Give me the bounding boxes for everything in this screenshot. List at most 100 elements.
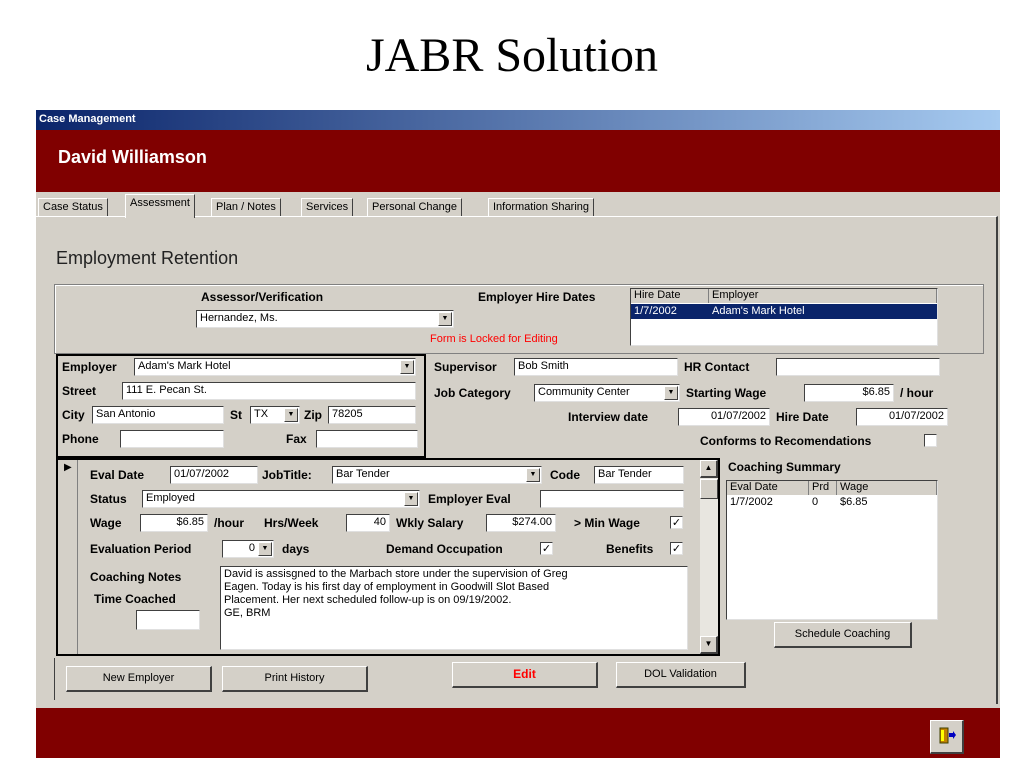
per-hour-unit: /hour [214, 516, 244, 530]
code-field[interactable]: Bar Tender [594, 466, 684, 484]
hr-contact-label: HR Contact [684, 360, 750, 374]
fax-field[interactable] [316, 430, 418, 448]
days-label: days [282, 542, 310, 556]
phone-field[interactable] [120, 430, 224, 448]
street-field[interactable]: 111 E. Pecan St. [122, 382, 416, 400]
hire-date-cell: 1/7/2002 [634, 305, 677, 317]
hrs-week-field[interactable]: 40 [346, 514, 390, 532]
state-label: St [230, 408, 242, 422]
notes-line: David is assisgned to the Marbach store … [224, 568, 568, 580]
employer-value: Adam's Mark Hotel [138, 360, 231, 372]
city-label: City [62, 408, 85, 422]
window-title: Case Management [39, 113, 136, 125]
coaching-summary-list[interactable]: Eval Date Prd Wage 1/7/2002 0 $6.85 [726, 480, 938, 620]
record-selector[interactable] [58, 460, 78, 654]
footer-bar [36, 708, 1000, 758]
state-value: TX [254, 408, 269, 420]
min-wage-checkbox[interactable]: ✓ [670, 516, 683, 529]
employer-eval-label: Employer Eval [428, 492, 511, 506]
employer-select[interactable]: Adam's Mark Hotel ▼ [134, 358, 416, 376]
column-header-prd[interactable]: Prd [809, 481, 837, 495]
hire-dates-list[interactable]: Hire Date Employer 1/7/2002 Adam's Mark … [630, 288, 938, 346]
eval-date-label: Eval Date [90, 468, 145, 482]
time-coached-field[interactable] [136, 610, 200, 630]
notes-line: Eagen. Today is his first day of employm… [224, 581, 550, 593]
supervisor-label: Supervisor [434, 360, 497, 374]
tab-plan-notes[interactable]: Plan / Notes [211, 198, 281, 216]
demand-occupation-label: Demand Occupation [386, 542, 503, 556]
status-label: Status [90, 492, 127, 506]
case-management-window: Case Management David Williamson Case St… [36, 110, 1000, 758]
job-category-label: Job Category [434, 386, 511, 400]
hrs-week-label: Hrs/Week [264, 516, 319, 530]
section-title: Employment Retention [56, 248, 239, 268]
chevron-down-icon[interactable]: ▼ [258, 542, 272, 556]
phone-label: Phone [62, 432, 99, 446]
assessor-select[interactable]: Hernandez, Ms. ▼ [196, 310, 454, 328]
benefits-label: Benefits [606, 542, 654, 556]
schedule-coaching-button[interactable]: Schedule Coaching [774, 622, 912, 648]
locked-notice: Form is Locked for Editing [430, 333, 558, 345]
tab-assessment[interactable]: Assessment [125, 194, 195, 218]
code-label: Code [550, 468, 580, 482]
chevron-down-icon[interactable]: ▼ [664, 386, 678, 400]
scroll-down-arrow-icon[interactable]: ▼ [700, 636, 718, 654]
table-row[interactable]: 1/7/2002 Adam's Mark Hotel [631, 304, 937, 319]
tab-information-sharing[interactable]: Information Sharing [488, 198, 594, 216]
column-header-wage[interactable]: Wage [837, 481, 937, 495]
coaching-notes-textarea[interactable]: David is assisgned to the Marbach store … [220, 566, 688, 650]
column-header-hire-date[interactable]: Hire Date [631, 289, 709, 303]
window-titlebar: Case Management [36, 110, 1000, 130]
column-header-employer[interactable]: Employer [709, 289, 937, 303]
evaluation-period-value: 0 [248, 542, 255, 554]
conforms-checkbox[interactable] [924, 434, 937, 447]
chevron-down-icon[interactable]: ▼ [400, 360, 414, 374]
jobtitle-label: JobTitle: [262, 468, 312, 482]
starting-wage-field[interactable]: $6.85 [804, 384, 894, 402]
employer-cell: Adam's Mark Hotel [712, 305, 805, 317]
edit-button[interactable]: Edit [452, 662, 598, 688]
assessor-value: Hernandez, Ms. [200, 312, 278, 324]
chevron-down-icon[interactable]: ▼ [404, 492, 418, 506]
employer-eval-field[interactable] [540, 490, 684, 508]
wage-field[interactable]: $6.85 [140, 514, 208, 532]
print-history-button[interactable]: Print History [222, 666, 368, 692]
eval-date-field[interactable]: 01/07/2002 [170, 466, 258, 484]
summary-prd-cell: 0 [812, 496, 819, 508]
demand-occupation-checkbox[interactable]: ✓ [540, 542, 553, 555]
chevron-down-icon[interactable]: ▼ [526, 468, 540, 482]
coaching-notes-label: Coaching Notes [90, 570, 182, 584]
assessor-label: Assessor/Verification [201, 290, 324, 304]
summary-wage-cell: $6.85 [840, 496, 868, 508]
hr-contact-field[interactable] [776, 358, 940, 376]
scroll-up-arrow-icon[interactable]: ▲ [700, 460, 718, 478]
chevron-down-icon[interactable]: ▼ [284, 408, 298, 422]
state-select[interactable]: TX ▼ [250, 406, 300, 424]
panel-divider [54, 658, 55, 700]
tab-case-status[interactable]: Case Status [38, 198, 108, 216]
hire-date-label: Hire Date [776, 410, 829, 424]
interview-date-field[interactable]: 01/07/2002 [678, 408, 770, 426]
tab-personal-change[interactable]: Personal Change [367, 198, 463, 216]
slide-title: JABR Solution [365, 29, 659, 82]
column-header-eval-date[interactable]: Eval Date [727, 481, 809, 495]
scroll-thumb[interactable] [700, 479, 718, 499]
job-category-value: Community Center [538, 386, 630, 398]
city-field[interactable]: San Antonio [92, 406, 224, 424]
new-employer-button[interactable]: New Employer [66, 666, 212, 692]
hire-date-field[interactable]: 01/07/2002 [856, 408, 948, 426]
chevron-down-icon[interactable]: ▼ [438, 312, 452, 326]
job-category-select[interactable]: Community Center ▼ [534, 384, 680, 402]
benefits-checkbox[interactable]: ✓ [670, 542, 683, 555]
evaluation-period-select[interactable]: 0 ▼ [222, 540, 274, 558]
table-row[interactable]: 1/7/2002 0 $6.85 [727, 496, 937, 510]
tab-services[interactable]: Services [301, 198, 354, 216]
dol-validation-button[interactable]: DOL Validation [616, 662, 746, 688]
per-hour-label: / hour [900, 386, 934, 400]
weekly-salary-field[interactable]: $274.00 [486, 514, 556, 532]
jobtitle-select[interactable]: Bar Tender ▼ [332, 466, 542, 484]
status-select[interactable]: Employed ▼ [142, 490, 420, 508]
exit-button[interactable] [930, 720, 964, 754]
zip-field[interactable]: 78205 [328, 406, 416, 424]
supervisor-field[interactable]: Bob Smith [514, 358, 678, 376]
